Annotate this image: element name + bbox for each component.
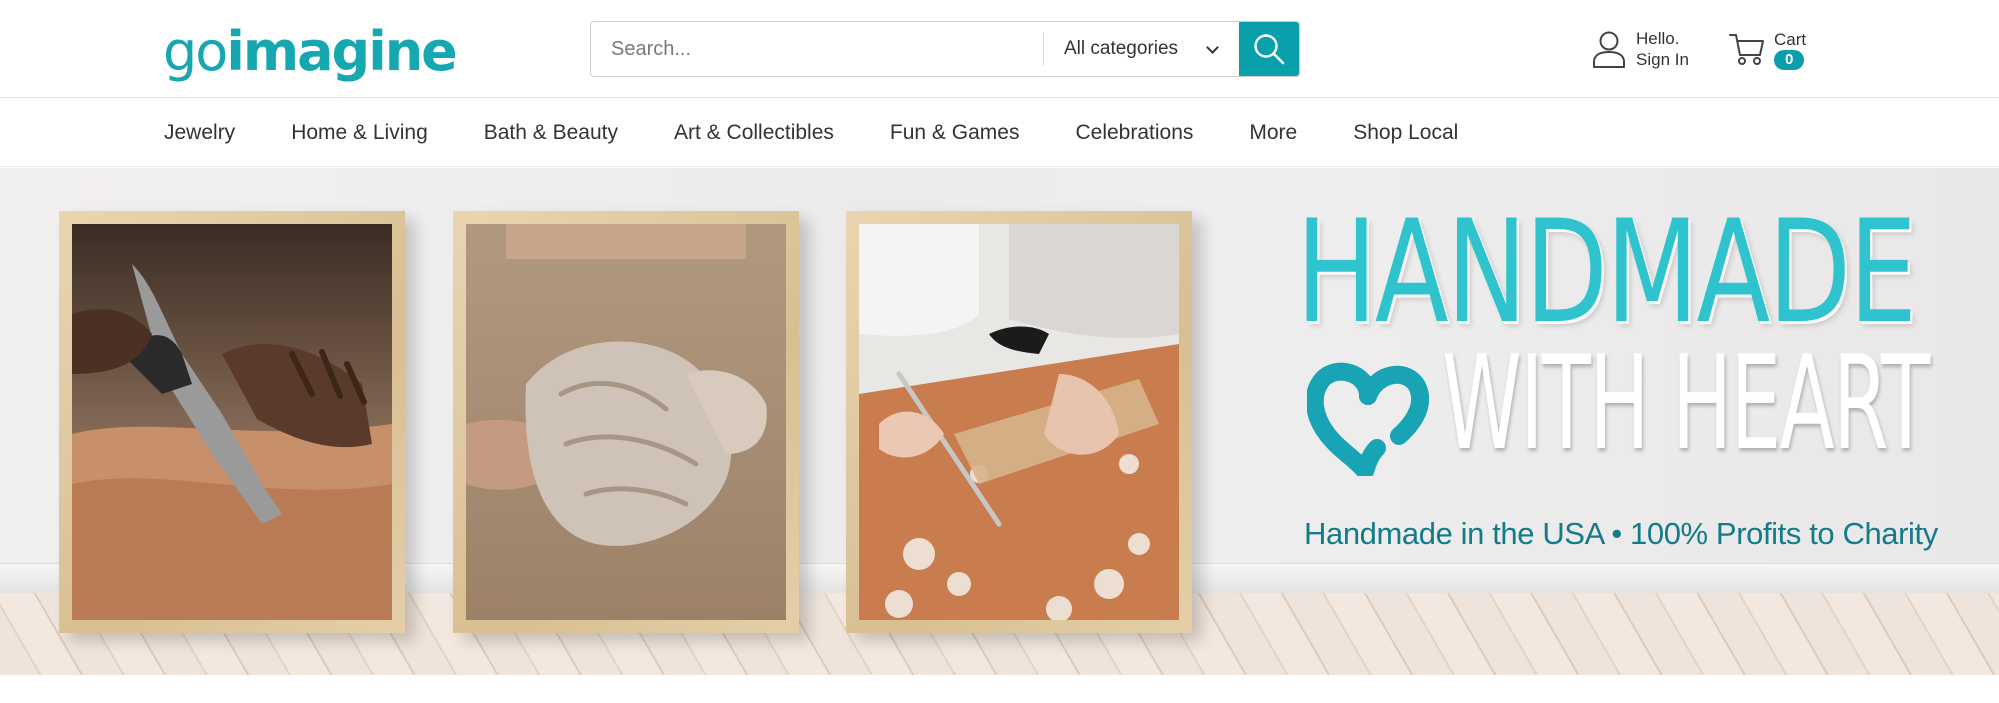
account-sign-in[interactable]: Hello. Sign In [1591, 26, 1689, 72]
hero-headline-handmade: HANDMADE [1296, 190, 1917, 355]
hero-photo-clay-hands [466, 224, 786, 620]
hero-subline: Handmade in the USA • 100% Profits to Ch… [1304, 516, 1938, 551]
nav-item-fun-games[interactable]: Fun & Games [890, 121, 1020, 145]
account-sign-in-label: Sign In [1636, 50, 1689, 69]
hero-headline-with-heart: WITH HEART [1442, 327, 1930, 479]
nav-item-jewelry[interactable]: Jewelry [164, 121, 235, 145]
user-icon [1593, 31, 1625, 68]
hero-photo-frame-leather-cutting [59, 211, 405, 633]
chevron-down-icon [1206, 40, 1219, 54]
search-button[interactable] [1239, 22, 1299, 76]
search-bar: All categories [590, 21, 1300, 77]
cart-label: Cart [1774, 29, 1807, 49]
nav-item-bath-beauty[interactable]: Bath & Beauty [484, 121, 618, 145]
cart-text: Cart 0 [1774, 29, 1806, 70]
account-greeting: Hello. [1636, 29, 1680, 48]
cart-count-badge: 0 [1774, 49, 1805, 70]
goimagine-logo[interactable]: goimagine [163, 24, 458, 80]
nav-item-art-collectibles[interactable]: Art & Collectibles [674, 121, 834, 145]
cart-button[interactable]: Cart 0 [1728, 26, 1806, 72]
nav-item-celebrations[interactable]: Celebrations [1075, 121, 1193, 145]
heart-icon [1307, 362, 1429, 476]
hero-photo-frame-clay-hands [453, 211, 799, 633]
search-input[interactable] [591, 22, 1043, 76]
category-dropdown-value: All categories [1064, 38, 1179, 59]
category-nav: Jewelry Home & Living Bath & Beauty Art … [0, 99, 1999, 167]
hero-photo-frame-drafting [846, 211, 1192, 633]
cart-icon [1729, 34, 1764, 65]
site-header: goimagine All categories Hello. Sign In [0, 0, 1999, 98]
category-nav-list: Jewelry Home & Living Bath & Beauty Art … [164, 99, 1514, 167]
account-text: Hello. Sign In [1636, 28, 1689, 70]
nav-item-more[interactable]: More [1249, 121, 1297, 145]
hero-banner[interactable]: HANDMADE WITH HEART Handmade in the USA … [0, 168, 1999, 675]
logo-text: goimagine [163, 20, 458, 83]
search-icon [1254, 34, 1285, 65]
hero-photo-leather-cutting [72, 224, 392, 620]
nav-item-shop-local[interactable]: Shop Local [1353, 121, 1458, 145]
nav-item-home-living[interactable]: Home & Living [291, 121, 428, 145]
hero-photo-drafting [859, 224, 1179, 620]
category-dropdown[interactable]: All categories [1044, 22, 1239, 76]
hero-tagline: HANDMADE WITH HEART Handmade in the USA … [1290, 190, 1938, 598]
